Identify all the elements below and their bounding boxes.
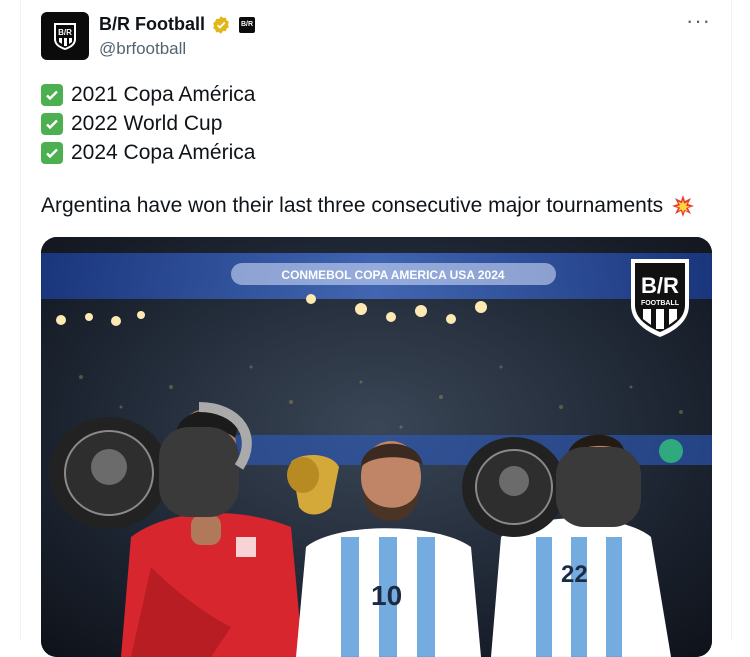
- list-item-text: 2021 Copa América: [71, 83, 256, 106]
- br-logo-icon: B/R: [54, 23, 76, 50]
- list-item: 2021 Copa América: [41, 80, 255, 109]
- banner-text: CONMEBOL COPA AMERICA USA 2024: [281, 268, 504, 282]
- photo-illustration: CONMEBOL COPA AMERICA USA 2024 B/R FOOTB…: [41, 237, 712, 657]
- account-avatar[interactable]: B/R: [41, 12, 89, 60]
- collision-emoji-icon: [672, 195, 695, 217]
- tweet-body: Argentina have won their last three cons…: [41, 194, 695, 218]
- svg-text:B/R: B/R: [58, 28, 72, 37]
- jersey-number: 22: [561, 561, 588, 588]
- more-options-icon[interactable]: ···: [686, 10, 711, 32]
- display-name[interactable]: B/R Football: [99, 14, 205, 35]
- list-item: 2022 World Cup: [41, 109, 255, 138]
- check-mark-icon: [41, 112, 63, 135]
- affiliate-badge[interactable]: B/R: [239, 16, 255, 33]
- logo-sub-text: FOOTBALL: [641, 300, 680, 307]
- tweet-list: 2021 Copa América 2022 World Cup 2024 Co…: [41, 80, 255, 167]
- jersey-number: 10: [371, 580, 402, 611]
- list-item: 2024 Copa América: [41, 138, 255, 167]
- list-item-text: 2024 Copa América: [71, 141, 256, 164]
- tweet-card: B/R B/R Football B/R @brfootball ··· 202…: [20, 0, 732, 657]
- author-row: B/R Football B/R: [99, 14, 255, 35]
- verified-badge-icon: [211, 15, 231, 35]
- tweet-body-text: Argentina have won their last three cons…: [41, 194, 664, 217]
- account-handle[interactable]: @brfootball: [99, 39, 186, 59]
- logo-text: B/R: [641, 273, 679, 298]
- list-item-text: 2022 World Cup: [71, 112, 223, 135]
- tweet-photo[interactable]: CONMEBOL COPA AMERICA USA 2024 B/R FOOTB…: [41, 237, 712, 657]
- check-mark-icon: [41, 141, 63, 164]
- check-mark-icon: [41, 83, 63, 106]
